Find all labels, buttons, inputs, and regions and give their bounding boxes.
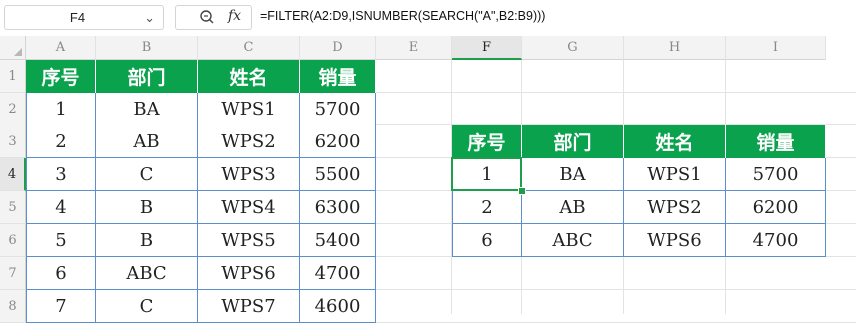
source-table-cell[interactable]: 5400 — [300, 224, 376, 257]
source-table-header-cell[interactable]: 部门 — [96, 60, 198, 93]
result-table-cell[interactable]: WPS1 — [624, 158, 726, 191]
source-table-cell[interactable]: 6 — [26, 257, 96, 290]
fill-handle[interactable] — [518, 187, 526, 195]
column-header-b[interactable]: B — [96, 36, 198, 60]
source-table-cell[interactable]: 4 — [26, 191, 96, 224]
zoom-icon[interactable] — [198, 8, 216, 26]
row-header-5[interactable]: 5 — [0, 191, 26, 224]
source-table-cell[interactable]: B — [96, 224, 198, 257]
formula-tools: fx — [175, 5, 252, 30]
column-header-a[interactable]: A — [26, 36, 96, 60]
row-header-3[interactable]: 3 — [0, 125, 26, 158]
source-table-cell[interactable]: WPS5 — [198, 224, 300, 257]
spreadsheet-grid[interactable]: A B C D E F G H I 1 2 3 4 5 6 7 8 序号 部门 姓名 销量 1 BA WPS1 5700 2 AB W… — [0, 36, 856, 323]
result-table-cell[interactable]: AB — [522, 191, 624, 224]
column-header-g[interactable]: G — [522, 36, 624, 60]
source-table-cell[interactable]: 6200 — [300, 125, 376, 158]
result-table-header-cell[interactable]: 序号 — [452, 125, 522, 158]
source-table-cell[interactable]: 7 — [26, 290, 96, 323]
source-table-header-cell[interactable]: 序号 — [26, 60, 96, 93]
name-box-value: F4 — [69, 10, 86, 25]
source-table-cell[interactable]: 3 — [26, 158, 96, 191]
name-box[interactable]: F4 ⌄ — [4, 5, 164, 30]
source-table-cell[interactable]: 2 — [26, 125, 96, 158]
formula-input[interactable]: =FILTER(A2:D9,ISNUMBER(SEARCH("A",B2:B9)… — [260, 9, 545, 23]
result-table-cell[interactable]: 6200 — [726, 191, 826, 224]
chevron-down-icon[interactable]: ⌄ — [144, 10, 155, 26]
result-table-cell[interactable]: 6 — [452, 224, 522, 257]
row-header-6[interactable]: 6 — [0, 224, 26, 257]
source-table-cell[interactable]: 6300 — [300, 191, 376, 224]
source-table-cell[interactable]: WPS7 — [198, 290, 300, 323]
column-header-d[interactable]: D — [300, 36, 376, 60]
result-table-header-cell[interactable]: 部门 — [522, 125, 624, 158]
result-table-cell[interactable]: 5700 — [726, 158, 826, 191]
source-table-cell[interactable]: ABC — [96, 257, 198, 290]
result-table-cell[interactable]: WPS2 — [624, 191, 726, 224]
source-table-cell[interactable]: 4600 — [300, 290, 376, 323]
column-header-i[interactable]: I — [726, 36, 826, 60]
result-table-cell[interactable]: 4700 — [726, 224, 826, 257]
row-header-4[interactable]: 4 — [0, 158, 26, 191]
source-table-cell[interactable]: WPS1 — [198, 93, 300, 126]
row-header-7[interactable]: 7 — [0, 257, 26, 290]
row-header-2[interactable]: 2 — [0, 93, 26, 126]
source-table-cell[interactable]: C — [96, 158, 198, 191]
source-table-cell[interactable]: 4700 — [300, 257, 376, 290]
source-table-cell[interactable]: 5500 — [300, 158, 376, 191]
source-table-cell[interactable]: 5700 — [300, 93, 376, 126]
row-header-8[interactable]: 8 — [0, 290, 26, 323]
row-header-1[interactable]: 1 — [0, 60, 26, 93]
column-header-f[interactable]: F — [452, 36, 522, 60]
fx-icon[interactable]: fx — [228, 8, 241, 24]
column-header-e[interactable]: E — [376, 36, 452, 60]
column-header-c[interactable]: C — [198, 36, 300, 60]
source-table-cell[interactable]: AB — [96, 125, 198, 158]
source-table-cell[interactable]: 5 — [26, 224, 96, 257]
source-table-header-cell[interactable]: 姓名 — [198, 60, 300, 93]
source-table-cell[interactable]: C — [96, 290, 198, 323]
column-header-h[interactable]: H — [624, 36, 726, 60]
select-all-corner[interactable] — [0, 36, 26, 60]
source-table-cell[interactable]: WPS4 — [198, 191, 300, 224]
result-table-cell[interactable]: ABC — [522, 224, 624, 257]
source-table-cell[interactable]: WPS3 — [198, 158, 300, 191]
source-table-cell[interactable]: B — [96, 191, 198, 224]
result-table-cell[interactable]: BA — [522, 158, 624, 191]
source-table-cell[interactable]: BA — [96, 93, 198, 126]
result-table-cell[interactable]: WPS6 — [624, 224, 726, 257]
formula-bar: F4 ⌄ fx =FILTER(A2:D9,ISNUMBER(SEARCH("A… — [0, 0, 856, 36]
source-table-cell[interactable]: WPS2 — [198, 125, 300, 158]
source-table-header-cell[interactable]: 销量 — [300, 60, 376, 93]
source-table-cell[interactable]: WPS6 — [198, 257, 300, 290]
source-table-cell[interactable]: 1 — [26, 93, 96, 126]
result-table-header-cell[interactable]: 销量 — [726, 125, 826, 158]
result-table-cell[interactable]: 2 — [452, 191, 522, 224]
result-table-header-cell[interactable]: 姓名 — [624, 125, 726, 158]
active-cell-selection[interactable] — [451, 157, 522, 191]
